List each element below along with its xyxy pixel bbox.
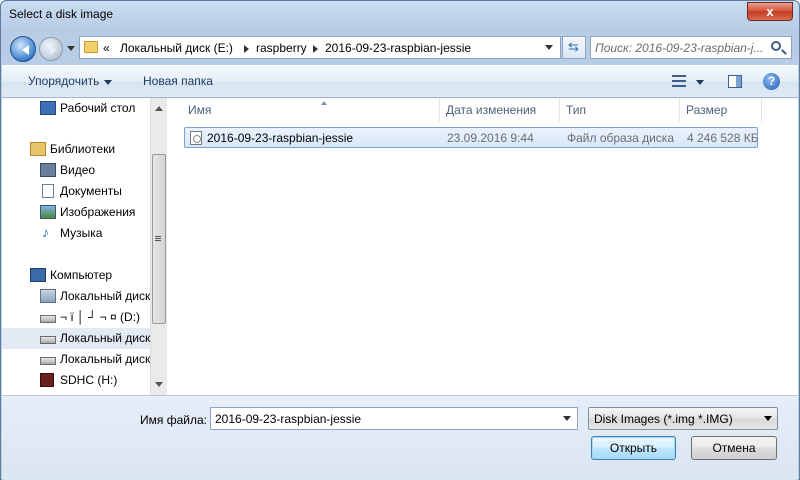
folder-icon: [84, 41, 98, 53]
cancel-button[interactable]: Отмена: [691, 436, 777, 460]
video-icon: [40, 163, 56, 177]
nav-item-label: Документы: [60, 184, 122, 198]
file-type-value: Disk Images (*.img *.IMG): [594, 412, 733, 426]
nav-item-pictures[interactable]: Изображения: [2, 202, 150, 223]
pictures-icon: [40, 205, 56, 219]
nav-item-system-drive[interactable]: Локальный диск: [2, 286, 150, 307]
chevron-down-icon[interactable]: [563, 416, 571, 425]
search-icon[interactable]: [771, 41, 781, 51]
nav-item-label: Локальный диск: [60, 352, 150, 366]
file-name-input[interactable]: 2016-09-23-raspbian-jessie: [210, 407, 578, 430]
libraries-icon: [30, 142, 46, 156]
title-bar: Select a disk image x: [1, 1, 799, 29]
column-header-type[interactable]: Тип: [560, 98, 680, 122]
content-area: Рабочий стол Библиотеки Видео Документы …: [2, 98, 798, 395]
close-button[interactable]: x: [747, 2, 793, 21]
music-icon: ♪: [42, 224, 49, 240]
drive-icon: [40, 357, 56, 365]
file-row[interactable]: 2016-09-23-raspbian-jessie 23.09.2016 9:…: [184, 127, 759, 148]
chevron-right-icon[interactable]: [313, 45, 322, 53]
chevron-down-icon[interactable]: [696, 80, 704, 89]
scroll-thumb[interactable]: [152, 154, 166, 324]
nav-item-drive-e[interactable]: Локальный диск: [2, 328, 150, 349]
column-header-name[interactable]: Имя: [182, 98, 440, 122]
file-list: Имя Дата изменения Тип Размер 2016-09-23…: [168, 98, 798, 395]
nav-item-label: Рабочий стол: [60, 101, 136, 115]
scroll-down-icon[interactable]: [155, 382, 163, 391]
address-segment-current[interactable]: 2016-09-23-raspbian-jessie: [325, 41, 471, 55]
address-overflow[interactable]: «: [103, 41, 110, 55]
nav-item-label: Изображения: [60, 205, 136, 219]
nav-item-label: Музыка: [60, 226, 103, 240]
nav-item-label: Видео: [60, 163, 96, 177]
refresh-button[interactable]: ⇆: [562, 36, 586, 59]
help-icon[interactable]: ?: [763, 73, 780, 90]
nav-item-drive-d[interactable]: ¬ ї │ ┘ ¬ ¤ (D:): [2, 307, 150, 328]
nav-scrollbar[interactable]: [150, 98, 167, 395]
nav-item-documents[interactable]: Документы: [2, 181, 150, 202]
refresh-icon: ⇆: [568, 39, 579, 54]
grip-icon: [155, 236, 161, 237]
file-name: 2016-09-23-raspbian-jessie: [207, 131, 354, 145]
drive-icon: [40, 315, 56, 323]
search-box[interactable]: [590, 36, 792, 59]
nav-item-label: Локальный диск: [60, 289, 150, 303]
nav-item-label: ¬ ї │ ┘ ¬ ¤ (D:): [60, 310, 141, 324]
disk-image-icon: [190, 131, 202, 145]
scroll-up-icon[interactable]: [155, 102, 163, 111]
search-input[interactable]: [595, 40, 765, 56]
file-type-select[interactable]: Disk Images (*.img *.IMG): [588, 407, 778, 430]
recent-locations-dropdown[interactable]: [67, 46, 75, 55]
drive-icon: [40, 336, 56, 344]
nav-item-libraries[interactable]: Библиотеки: [2, 139, 150, 160]
organize-button[interactable]: Упорядочить: [28, 74, 99, 88]
address-segment-drive[interactable]: Локальный диск (E:): [120, 41, 233, 55]
chevron-right-icon[interactable]: [244, 45, 253, 53]
file-name-value: 2016-09-23-raspbian-jessie: [215, 412, 362, 426]
forward-button[interactable]: [39, 37, 63, 61]
new-folder-button[interactable]: Новая папка: [143, 74, 213, 88]
nav-item-drive-f[interactable]: Локальный диск: [2, 349, 150, 370]
system-drive-icon: [40, 289, 56, 303]
address-segment-folder[interactable]: raspberry: [256, 41, 307, 55]
nav-item-video[interactable]: Видео: [2, 160, 150, 181]
back-button[interactable]: [10, 36, 36, 62]
nav-item-label: Локальный диск: [60, 331, 150, 345]
preview-pane-icon[interactable]: [728, 75, 742, 88]
open-button[interactable]: Открыть: [591, 436, 676, 460]
nav-item-computer[interactable]: Компьютер: [2, 265, 150, 286]
desktop-icon: [40, 101, 56, 115]
file-type: Файл образа диска: [567, 131, 674, 145]
sd-card-icon: [40, 373, 54, 387]
chevron-down-icon[interactable]: [104, 80, 112, 89]
navigation-pane: Рабочий стол Библиотеки Видео Документы …: [2, 98, 150, 395]
bottom-panel: Имя файла: 2016-09-23-raspbian-jessie Di…: [2, 395, 798, 480]
address-bar[interactable]: « Локальный диск (E:) raspberry 2016-09-…: [79, 36, 561, 59]
chevron-down-icon: [764, 416, 772, 425]
file-date: 23.09.2016 9:44: [447, 131, 534, 145]
command-bar: Упорядочить Новая папка ?: [2, 65, 798, 98]
dialog-window: Select a disk image x « Локальный диск (…: [0, 0, 800, 480]
file-name-label: Имя файла:: [140, 413, 207, 427]
nav-item-label: Компьютер: [50, 268, 113, 282]
column-header-size[interactable]: Размер: [680, 98, 762, 122]
nav-item-label: Библиотеки: [50, 142, 116, 156]
view-options-icon[interactable]: [672, 75, 686, 87]
column-header-date[interactable]: Дата изменения: [440, 98, 560, 122]
nav-item-label: SDHC (H:): [60, 373, 118, 387]
file-size: 4 246 528 КБ: [687, 131, 759, 145]
window-title: Select a disk image: [9, 7, 114, 21]
nav-item-desktop[interactable]: Рабочий стол: [2, 98, 150, 119]
nav-item-music[interactable]: ♪ Музыка: [2, 223, 150, 244]
documents-icon: [42, 184, 54, 198]
chevron-down-icon[interactable]: [545, 45, 553, 54]
sort-ascending-icon: [321, 98, 327, 105]
computer-icon: [30, 268, 46, 282]
nav-item-sdhc[interactable]: SDHC (H:): [2, 370, 150, 391]
